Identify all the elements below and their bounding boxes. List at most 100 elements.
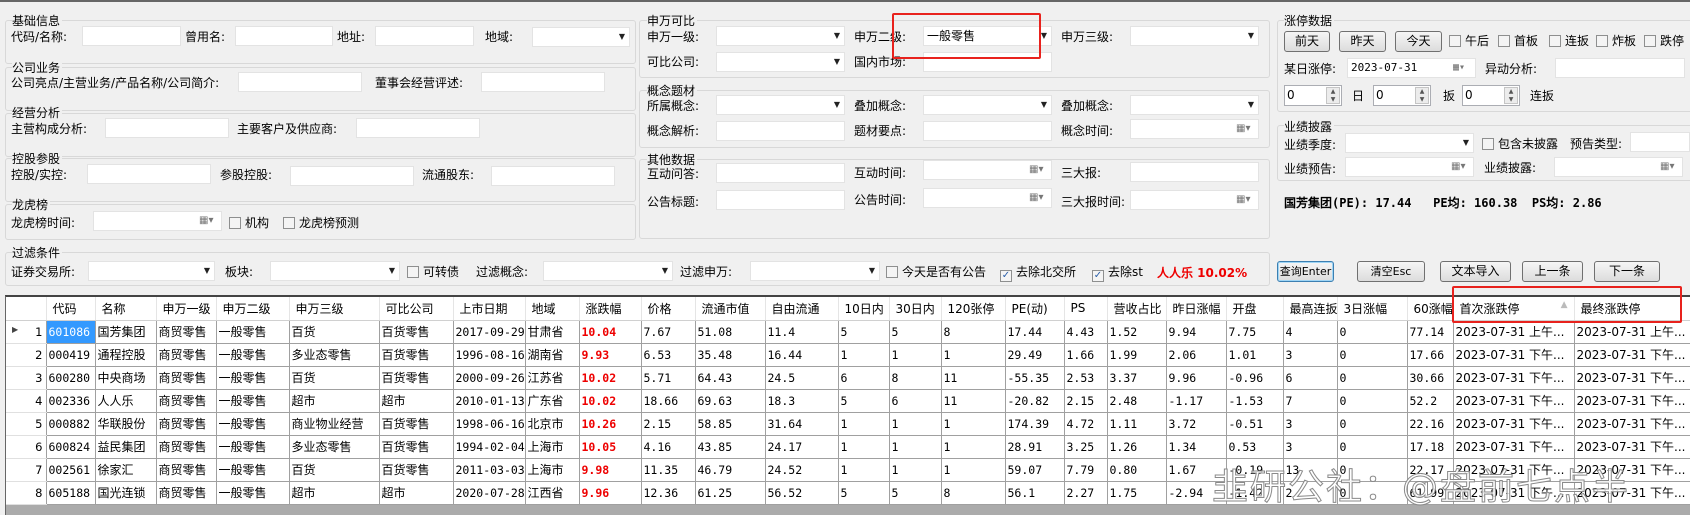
cell-1[interactable]: 000419 bbox=[45, 342, 96, 367]
cell-8[interactable]: 上海市 bbox=[524, 434, 580, 459]
cell-13[interactable]: 5 bbox=[837, 319, 890, 344]
cell-14[interactable]: 5 bbox=[888, 480, 942, 505]
cell-21[interactable]: 3 bbox=[1282, 434, 1338, 459]
cell-25[interactable]: 2023-07-31 上午... bbox=[1573, 319, 1690, 344]
cell-12[interactable]: 24.52 bbox=[764, 457, 839, 482]
reports-input[interactable] bbox=[1130, 162, 1259, 182]
cell-11[interactable]: 35.48 bbox=[694, 342, 766, 367]
cell-9[interactable]: 9.93 bbox=[578, 342, 642, 367]
cell-12[interactable]: 24.17 bbox=[764, 434, 839, 459]
column-header[interactable]: 最终涨跌停 bbox=[1574, 297, 1690, 321]
cell-2[interactable]: 华联股份 bbox=[94, 411, 157, 436]
cell-15[interactable]: 8 bbox=[940, 480, 1006, 505]
cell-10[interactable]: 4.16 bbox=[640, 434, 696, 459]
cell-17[interactable]: 2.53 bbox=[1063, 365, 1108, 390]
cell-17[interactable]: 4.72 bbox=[1063, 411, 1108, 436]
cell-15[interactable]: 11 bbox=[940, 388, 1006, 413]
sw-l2-select[interactable]: 一般零售 ▼ bbox=[923, 26, 1052, 46]
cell-6[interactable]: 超市 bbox=[378, 388, 454, 413]
sw-l1-select[interactable]: ▼ bbox=[716, 26, 845, 46]
cell-11[interactable]: 69.63 bbox=[694, 388, 766, 413]
results-grid[interactable]: 代码 名称 申万一级 申万二级 申万三级 可比公司 上市日期 地域 涨跌幅 价格 流通市值 自由流通 1… bbox=[5, 295, 1690, 515]
cell-16[interactable]: 28.91 bbox=[1004, 434, 1065, 459]
control-input[interactable] bbox=[87, 164, 211, 184]
cell-10[interactable]: 12.36 bbox=[640, 480, 696, 505]
cell-5[interactable]: 百货 bbox=[288, 457, 380, 482]
column-header[interactable]: 申万三级 bbox=[289, 297, 380, 321]
query-button[interactable]: 查询Enter bbox=[1277, 261, 1334, 282]
cell-1[interactable]: 600824 bbox=[45, 434, 96, 459]
cell-23[interactable]: 30.66 bbox=[1406, 365, 1454, 390]
region-select[interactable]: ▼ bbox=[532, 27, 630, 47]
cell-23[interactable]: 77.14 bbox=[1406, 319, 1454, 344]
cell-1[interactable]: 600280 bbox=[45, 365, 96, 390]
column-header[interactable]: 价格 bbox=[641, 297, 696, 321]
column-header[interactable]: 地域 bbox=[525, 297, 580, 321]
cell-1[interactable]: 605188 bbox=[45, 480, 96, 505]
cell-23[interactable]: 52.2 bbox=[1406, 388, 1454, 413]
cell-5[interactable]: 多业态零售 bbox=[288, 434, 380, 459]
concept-time-picker[interactable]: ▦▾ bbox=[1130, 119, 1259, 139]
cell-4[interactable]: 一般零售 bbox=[215, 388, 290, 413]
cell-24[interactable]: 2023-07-31 下午... bbox=[1452, 342, 1575, 367]
cell-3[interactable]: 商贸零售 bbox=[155, 342, 217, 367]
table-row[interactable]: 4 002336 人人乐 商贸零售 一般零售 超市 超市 2010-01-13 广东省 10.02… bbox=[6, 388, 1690, 413]
cell-16[interactable]: 174.39 bbox=[1004, 411, 1065, 436]
cell-19[interactable]: 1.67 bbox=[1165, 457, 1227, 482]
column-header[interactable]: 营收占比 bbox=[1107, 297, 1167, 321]
cell-22[interactable]: 0 bbox=[1336, 411, 1408, 436]
exclude-bj-checkbox[interactable]: ✓ 去除北交所 bbox=[1000, 262, 1076, 282]
cell-8[interactable]: 广东省 bbox=[524, 388, 580, 413]
cell-10[interactable]: 2.15 bbox=[640, 411, 696, 436]
cell-17[interactable]: 2.27 bbox=[1063, 480, 1108, 505]
column-header[interactable]: 120张停 bbox=[941, 297, 1006, 321]
board-review-input[interactable] bbox=[481, 72, 605, 92]
notice-today-checkbox[interactable]: 今天是否有公告 bbox=[886, 262, 986, 282]
cell-6[interactable]: 超市 bbox=[378, 480, 454, 505]
cell-9[interactable]: 9.98 bbox=[578, 457, 642, 482]
column-header[interactable]: 申万一级 bbox=[156, 297, 217, 321]
cell-21[interactable]: 3 bbox=[1282, 342, 1338, 367]
cell-19[interactable]: -1.17 bbox=[1165, 388, 1227, 413]
overlay-concept-2-select[interactable]: ▼ bbox=[1130, 95, 1259, 115]
cell-13[interactable]: 5 bbox=[837, 480, 890, 505]
reports-time-picker[interactable]: ▦▾ bbox=[1130, 190, 1259, 210]
cell-4[interactable]: 一般零售 bbox=[215, 319, 290, 344]
cell-7[interactable]: 2011-03-03 bbox=[452, 457, 526, 482]
cell-18[interactable]: 1.99 bbox=[1106, 342, 1167, 367]
cell-22[interactable]: 0 bbox=[1336, 434, 1408, 459]
spinner-arrows-icon[interactable]: ▲ ▼ bbox=[1415, 87, 1429, 104]
perf-forecast-picker[interactable]: ▦▾ bbox=[1345, 157, 1474, 177]
cell-21[interactable]: 7 bbox=[1282, 388, 1338, 413]
cell-24[interactable]: 2023-07-31 上午... bbox=[1452, 319, 1575, 344]
cell-3[interactable]: 商贸零售 bbox=[155, 365, 217, 390]
perf-disclosure-picker[interactable]: ▦▾ bbox=[1554, 157, 1683, 177]
today-button[interactable]: 今天 bbox=[1395, 31, 1442, 52]
cell-9[interactable]: 10.05 bbox=[578, 434, 642, 459]
cell-2[interactable]: 益民集团 bbox=[94, 434, 157, 459]
sector-select[interactable]: ▼ bbox=[270, 261, 400, 281]
dragon-time-picker[interactable]: ▦▾ bbox=[93, 211, 222, 231]
cell-16[interactable]: 29.49 bbox=[1004, 342, 1065, 367]
cell-25[interactable]: 2023-07-31 下午... bbox=[1573, 457, 1690, 482]
next-button[interactable]: 下一条 bbox=[1594, 261, 1660, 282]
day-before-button[interactable]: 前天 bbox=[1284, 31, 1330, 52]
cell-3[interactable]: 商贸零售 bbox=[155, 434, 217, 459]
cell-17[interactable]: 3.25 bbox=[1063, 434, 1108, 459]
cell-19[interactable]: 9.96 bbox=[1165, 365, 1227, 390]
cell-11[interactable]: 64.43 bbox=[694, 365, 766, 390]
cell-13[interactable]: 1 bbox=[837, 457, 890, 482]
customers-input[interactable] bbox=[356, 118, 480, 138]
cell-20[interactable]: -1.42 bbox=[1225, 480, 1284, 505]
limit-day-picker[interactable]: 2023-07-31 ▦▾ bbox=[1347, 58, 1476, 78]
cell-24[interactable]: 2023-07-31 下午... bbox=[1452, 365, 1575, 390]
cell-21[interactable]: 2 bbox=[1282, 480, 1338, 505]
cell-9[interactable]: 10.04 bbox=[578, 319, 642, 344]
cell-11[interactable]: 43.85 bbox=[694, 434, 766, 459]
cell-12[interactable]: 11.4 bbox=[764, 319, 839, 344]
column-header[interactable]: 上市日期 bbox=[453, 297, 526, 321]
cell-2[interactable]: 徐家汇 bbox=[94, 457, 157, 482]
cell-6[interactable]: 百货零售 bbox=[378, 319, 454, 344]
float-holder-input[interactable] bbox=[491, 166, 615, 186]
cell-15[interactable]: 11 bbox=[940, 365, 1006, 390]
